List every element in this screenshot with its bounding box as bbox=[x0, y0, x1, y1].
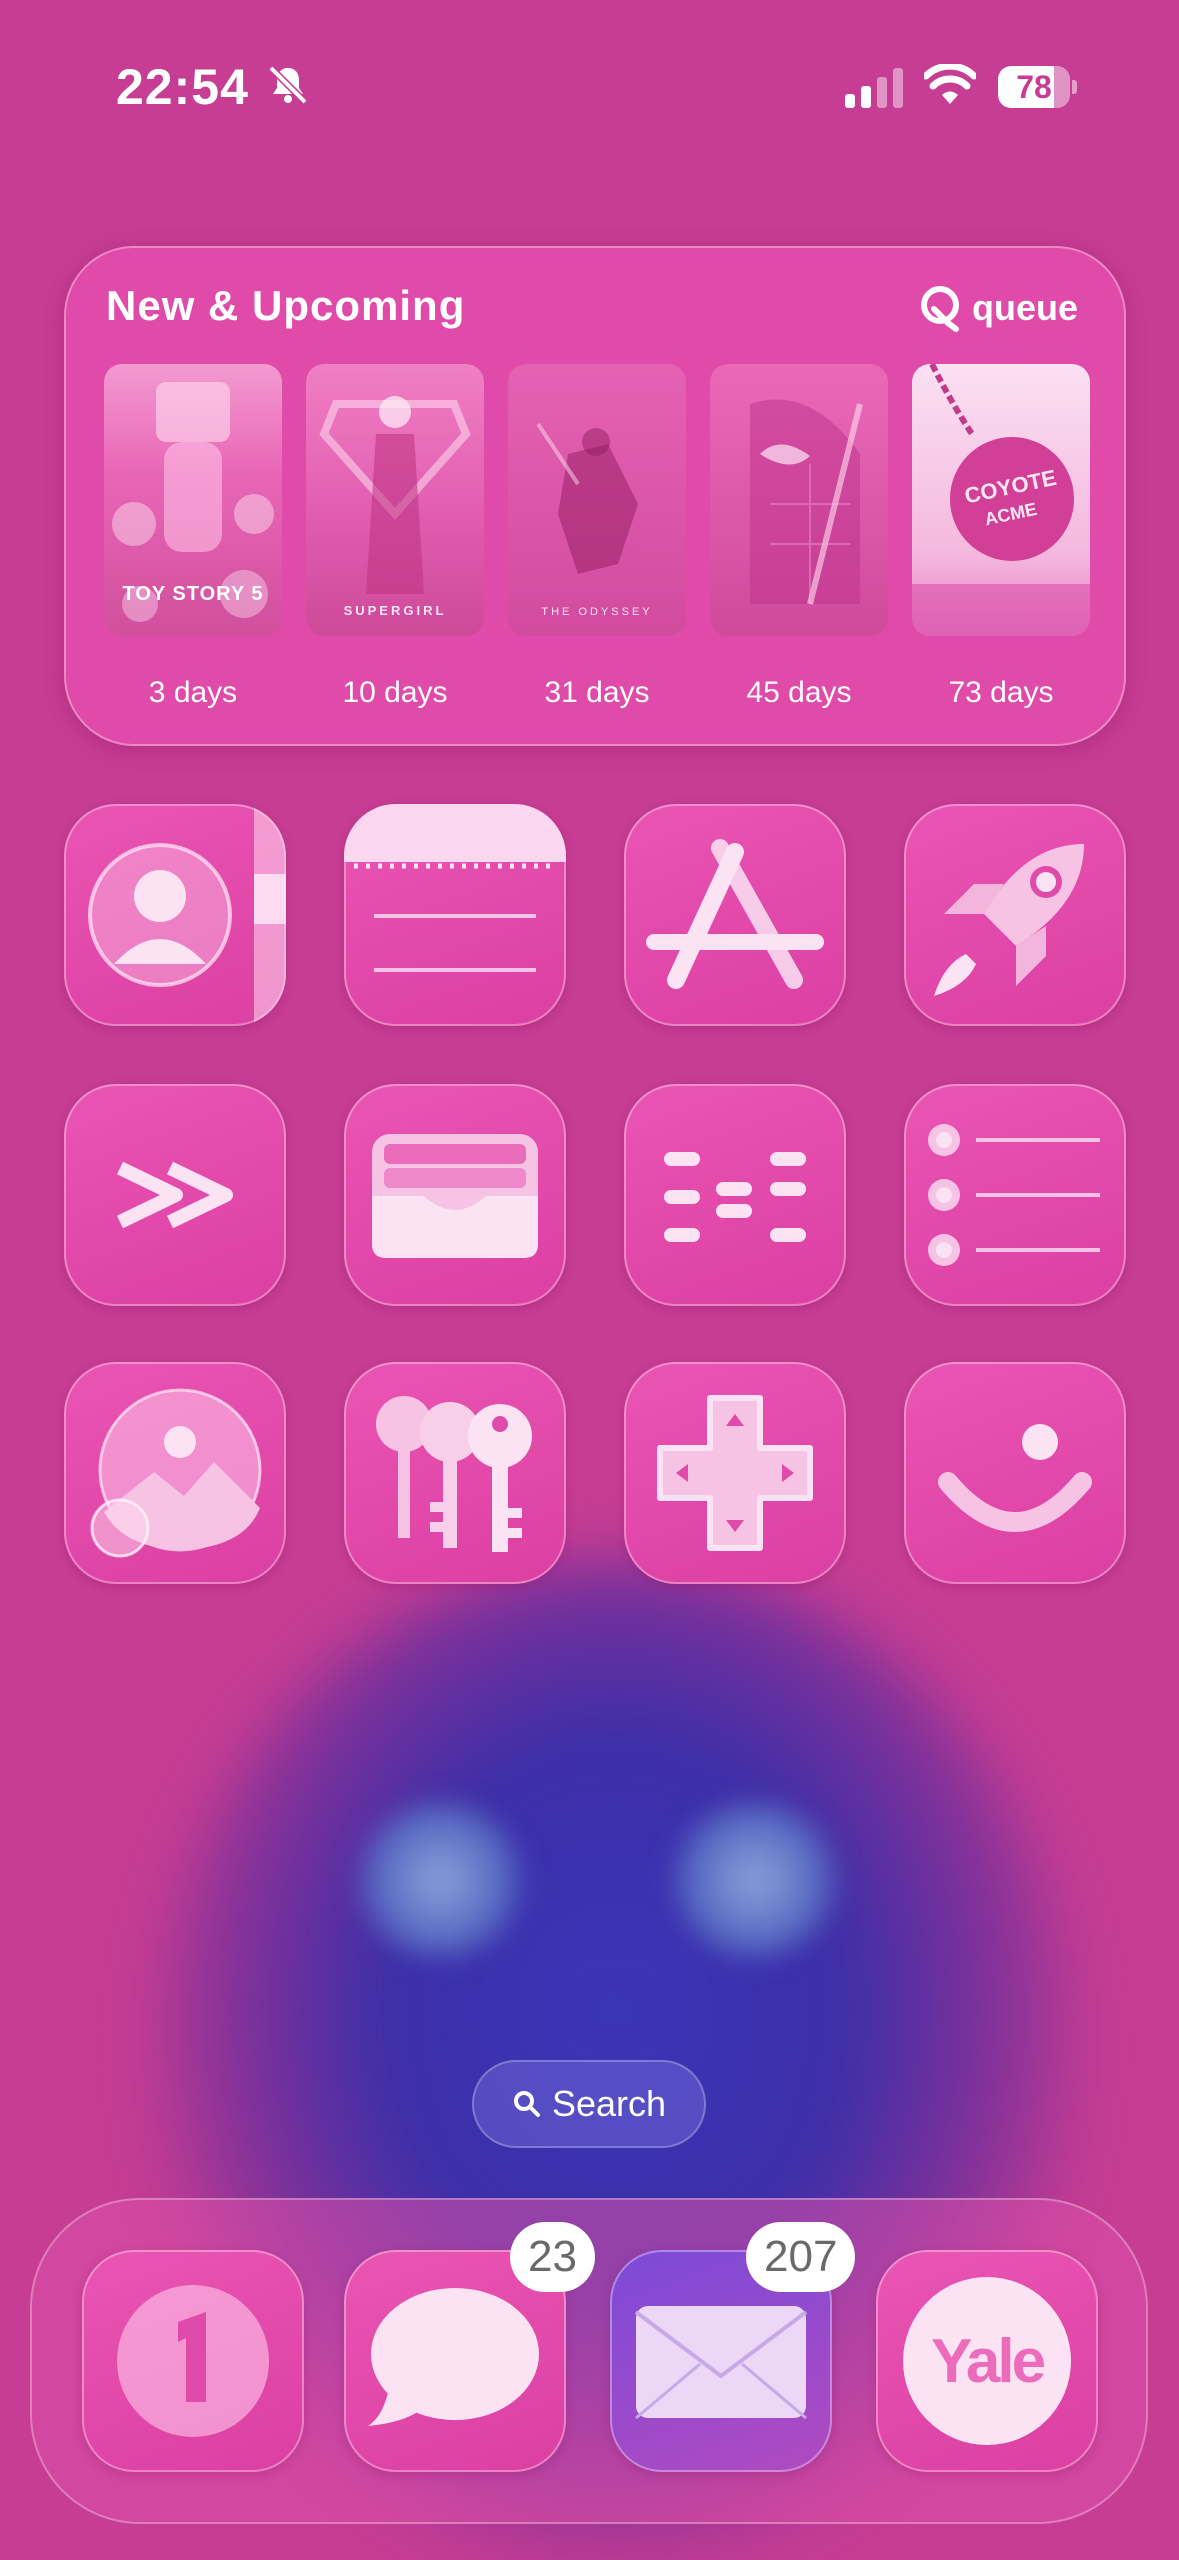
queue-brand: queue bbox=[971, 287, 1078, 328]
notes-icon bbox=[344, 804, 566, 972]
notes-app[interactable] bbox=[344, 804, 566, 1026]
smile-app[interactable] bbox=[904, 1362, 1126, 1584]
app-store-icon bbox=[646, 839, 824, 989]
status-time: 22:54 bbox=[116, 59, 249, 115]
queue-logo: queue bbox=[918, 282, 1078, 334]
countdown-label: 73 days bbox=[948, 676, 1054, 709]
keys-icon bbox=[376, 1396, 532, 1552]
fast-forward-app[interactable] bbox=[64, 1084, 286, 1306]
rocket-app[interactable] bbox=[904, 804, 1126, 1026]
countdown-label: 45 days bbox=[746, 676, 852, 709]
status-bar: 22:54 78 bbox=[0, 0, 1179, 170]
search-label: Search bbox=[551, 2083, 667, 2124]
sliders-icon bbox=[664, 1152, 806, 1242]
reminders-app[interactable] bbox=[904, 1084, 1126, 1306]
widget-title: New & Upcoming bbox=[106, 282, 466, 329]
game-center-app[interactable] bbox=[624, 1362, 846, 1584]
poster-toy-story-5[interactable]: TOY STORY 5 bbox=[104, 364, 282, 636]
wifi-icon bbox=[924, 64, 976, 104]
poster-row: TOY STORY 5 SUPERGIRL THE ODYSSEY COYOTE… bbox=[104, 364, 1090, 709]
poster-title: SUPERGIRL bbox=[343, 603, 447, 618]
cellular-signal-icon bbox=[845, 68, 903, 108]
wallet-app[interactable] bbox=[344, 1084, 566, 1306]
poster-title: TOY STORY 5 bbox=[122, 583, 264, 605]
poster-title: THE ODYSSEY bbox=[541, 606, 653, 618]
mail-badge: 207 bbox=[746, 2222, 856, 2292]
queue-widget[interactable]: New & Upcoming queue TOY STORY 5 SUPERGI… bbox=[64, 246, 1126, 746]
yale-icon: Yale bbox=[903, 2277, 1071, 2445]
photo-bubble-app[interactable] bbox=[64, 1362, 286, 1584]
photo-bubble-icon bbox=[90, 1388, 262, 1558]
countdown-label: 3 days bbox=[148, 676, 238, 709]
wallet-icon bbox=[372, 1134, 538, 1258]
search-button[interactable]: Search bbox=[472, 2060, 706, 2148]
queue-logo-icon bbox=[920, 286, 959, 332]
poster-the-odyssey[interactable]: THE ODYSSEY bbox=[508, 364, 686, 636]
contacts-app[interactable] bbox=[64, 804, 286, 1026]
smile-icon bbox=[938, 1424, 1092, 1532]
app-store-app[interactable] bbox=[624, 804, 846, 1026]
countdown-label: 31 days bbox=[544, 676, 650, 709]
wallpaper-eye-left bbox=[355, 1800, 525, 1960]
fast-forward-icon bbox=[116, 1161, 233, 1229]
poster-supergirl[interactable]: SUPERGIRL bbox=[306, 364, 484, 636]
one-app-icon bbox=[117, 2285, 269, 2437]
poster-spider-man[interactable] bbox=[710, 364, 888, 636]
passwords-app[interactable] bbox=[344, 1362, 566, 1584]
reminders-icon bbox=[928, 1124, 1100, 1266]
countdown-label: 10 days bbox=[342, 676, 448, 709]
search-icon bbox=[513, 2091, 540, 2117]
yale-label: Yale bbox=[931, 2327, 1045, 2396]
contacts-icon bbox=[88, 804, 286, 1026]
game-controller-dpad-icon bbox=[657, 1395, 813, 1551]
dock-one-app[interactable] bbox=[82, 2250, 304, 2472]
sliders-app[interactable] bbox=[624, 1084, 846, 1306]
wallpaper-eye-right bbox=[670, 1800, 840, 1960]
bell-slash-icon bbox=[268, 65, 308, 105]
poster-coyote-vs-acme[interactable]: COYOTE ACME bbox=[912, 364, 1090, 636]
battery-indicator: 78 bbox=[998, 66, 1078, 108]
dock-yale-app[interactable]: Yale bbox=[876, 2250, 1098, 2472]
rocket-icon bbox=[934, 844, 1084, 996]
messages-badge: 23 bbox=[510, 2222, 595, 2292]
battery-level: 78 bbox=[1016, 69, 1052, 105]
